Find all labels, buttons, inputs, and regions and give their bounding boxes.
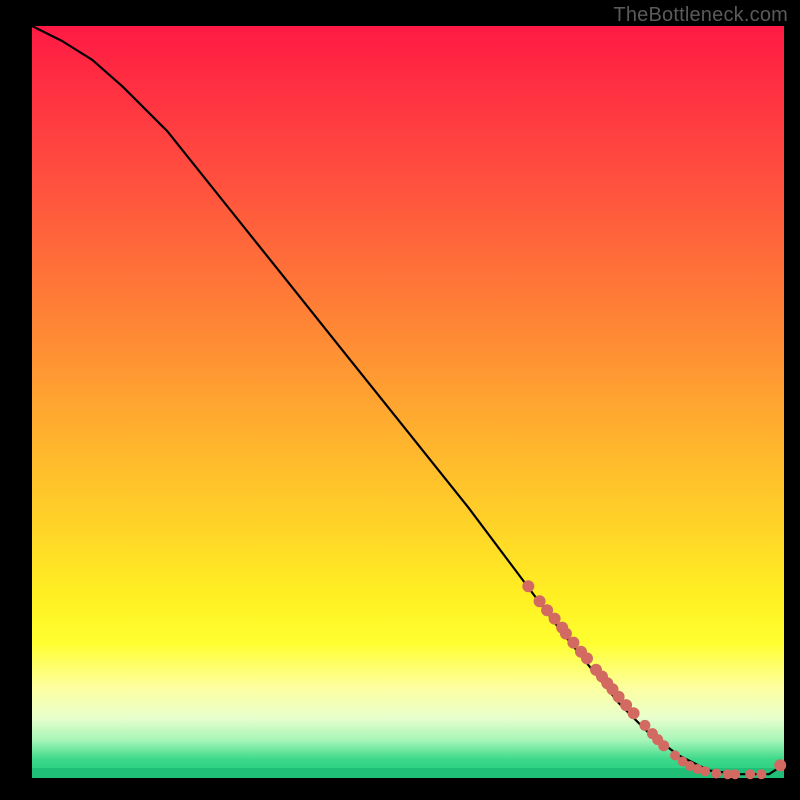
marker-dot xyxy=(522,580,534,592)
plot-area xyxy=(32,26,784,778)
marker-dot xyxy=(628,707,640,719)
watermark-text: TheBottleneck.com xyxy=(613,4,788,27)
marker-group xyxy=(522,580,786,779)
curve-line xyxy=(32,26,784,774)
marker-dot xyxy=(700,766,710,776)
marker-dot xyxy=(745,769,755,779)
marker-dot xyxy=(658,740,669,751)
marker-dot xyxy=(774,759,786,771)
chart-svg xyxy=(32,26,784,778)
marker-dot xyxy=(639,720,650,731)
marker-dot xyxy=(581,652,593,664)
marker-dot xyxy=(711,769,721,779)
marker-dot xyxy=(730,769,740,779)
marker-dot xyxy=(756,769,766,779)
chart-stage: TheBottleneck.com xyxy=(0,0,800,800)
